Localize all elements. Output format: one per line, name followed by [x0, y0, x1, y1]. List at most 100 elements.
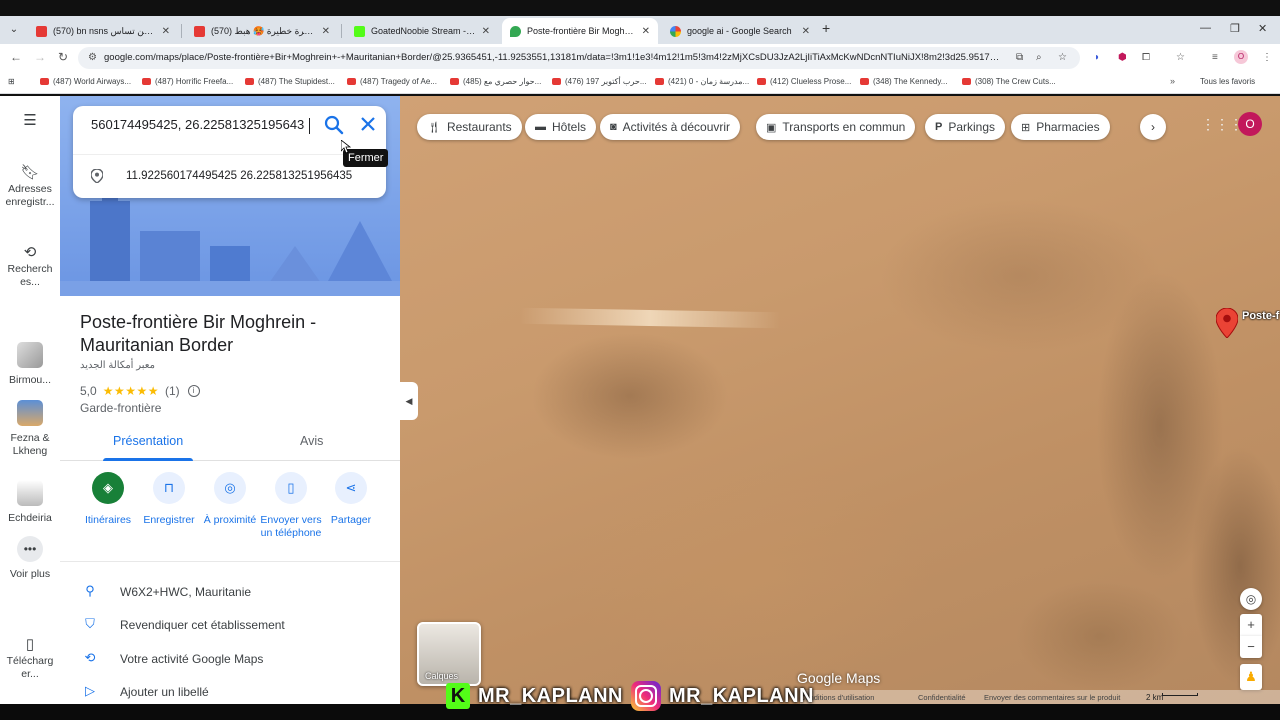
search-suggestion[interactable]: 11.922560174495425 26.225813251956435 — [73, 154, 386, 194]
rail-recent-place[interactable]: Echdeiria — [0, 480, 60, 525]
bookmark-item[interactable]: (421) مدرسة زمان - 0... — [655, 77, 749, 86]
zoom-in-icon[interactable]: + — [1240, 614, 1262, 636]
apps-grid-icon[interactable]: ⊞ — [8, 77, 15, 86]
chip-hotels[interactable]: ▬ Hôtels — [525, 114, 597, 140]
send-to-phone-button[interactable]: ▯ Envoyer vers un téléphone — [259, 472, 323, 540]
privacy-link[interactable]: Confidentialité — [918, 693, 966, 702]
address-bar[interactable]: ⚙ google.com/maps/place/Poste-frontière+… — [78, 47, 1080, 69]
new-tab-button[interactable]: + — [822, 20, 830, 36]
plus-code-row[interactable]: ⚲ W6X2+HWC, Mauritanie — [60, 579, 400, 609]
nearby-button[interactable]: ◎ À proximité — [198, 472, 262, 527]
place-category[interactable]: Garde-frontière — [80, 401, 161, 415]
top-letterbox — [0, 0, 1280, 16]
maps-activity-row[interactable]: ⟲ Votre activité Google Maps — [60, 646, 400, 676]
bookmark-item[interactable]: (308) The Crew Cuts... — [962, 77, 1056, 86]
search-icon[interactable] — [323, 114, 345, 136]
rail-download-app[interactable]: ▯ Télécharg er... — [0, 637, 60, 681]
chip-parking[interactable]: P Parkings — [925, 114, 1006, 140]
bookmark-item[interactable]: (485) حوار حصري مع... — [450, 77, 541, 86]
chip-restaurants[interactable]: 🍴︎ Restaurants — [417, 114, 522, 140]
chrome-menu-icon[interactable]: ⋮ — [1262, 52, 1272, 63]
place-marker-icon[interactable] — [1216, 308, 1238, 338]
bookmark-item[interactable]: (476) حرب أكتوبر 197... — [552, 77, 647, 86]
menu-button[interactable]: ☰ — [0, 113, 60, 131]
chip-activities[interactable]: ◙ Activités à découvrir — [600, 114, 741, 140]
save-button[interactable]: ⊓ Enregistrer — [137, 472, 201, 527]
install-app-icon[interactable]: ⧉ — [1016, 52, 1023, 63]
rail-saved[interactable]: 🔖︎ Adresses enregistr... — [0, 165, 60, 209]
chip-transit[interactable]: ▣ Transports en commun — [756, 114, 916, 140]
kick-handle: MR_KAPLANN — [478, 684, 623, 707]
rail-more[interactable]: ••• Voir plus — [0, 536, 60, 581]
scale-label[interactable]: 2 km — [1146, 693, 1163, 702]
rail-more-label: Voir plus — [9, 568, 51, 580]
collapse-panel-button[interactable]: ◀ — [400, 382, 418, 420]
bookmark-item[interactable]: (487) Tragedy of Ae... — [347, 77, 437, 86]
feedback-link[interactable]: Envoyer des commentaires sur le produit — [984, 693, 1120, 702]
maximize-icon[interactable]: ❐ — [1230, 22, 1240, 35]
rail-place-label: Birmou... — [8, 374, 51, 386]
review-count[interactable]: (1) — [165, 384, 180, 398]
search-input[interactable] — [91, 117, 305, 132]
bookmark-item[interactable]: (487) World Airways... — [40, 77, 131, 86]
reload-icon[interactable]: ↻ — [58, 50, 68, 64]
place-title: Poste-frontière Bir Moghrein - Mauritani… — [80, 312, 317, 355]
tab-close-icon[interactable]: ✕ — [162, 26, 170, 37]
extension-shield-icon[interactable]: ⬢ — [1118, 52, 1127, 63]
info-icon[interactable]: i — [187, 385, 200, 397]
close-icon[interactable] — [357, 113, 379, 135]
url-text[interactable]: google.com/maps/place/Poste-frontière+Bi… — [104, 52, 1004, 63]
zoom-icon[interactable]: ⌕ — [1036, 52, 1042, 63]
profile-avatar[interactable]: O — [1234, 50, 1248, 64]
tab-close-icon[interactable]: ✕ — [482, 26, 490, 37]
site-info-icon[interactable]: ⚙ — [88, 52, 97, 63]
satellite-map[interactable]: ◀ 🍴︎ Restaurants ▬ Hôtels ◙ Activités à déc… — [400, 96, 1280, 704]
tab-close-icon[interactable]: ✕ — [322, 26, 330, 37]
share-button[interactable]: ⋖ Partager — [319, 472, 383, 527]
tab-search-icon[interactable]: ⌄ — [6, 22, 22, 38]
google-apps-icon[interactable]: ⋮⋮⋮ — [1201, 116, 1243, 133]
bookmark-item[interactable]: (487) Horrific Freefa... — [142, 77, 233, 86]
chip-pharmacies[interactable]: ⊞ Pharmacies — [1011, 114, 1110, 140]
rail-recent-place[interactable]: Birmou... — [0, 342, 60, 387]
tab-overview[interactable]: Présentation — [113, 434, 183, 448]
rail-recent-place[interactable]: Fezna & Lkheng — [0, 400, 60, 458]
street-view-pegman-icon[interactable]: ♟ — [1240, 664, 1262, 690]
tab-youtube-2[interactable]: (570) مغامرة خطيرة 🥵 هبط... ✕ — [186, 18, 338, 44]
minimize-icon[interactable]: — — [1200, 22, 1211, 34]
extensions-puzzle-icon[interactable]: ⧠ — [1142, 52, 1150, 63]
tab-close-icon[interactable]: ✕ — [802, 26, 810, 37]
all-bookmarks-folder[interactable]: Tous les favoris — [1200, 77, 1255, 86]
extension-icon[interactable]: ◗ — [1094, 52, 1100, 63]
tab-close-icon[interactable]: ✕ — [642, 26, 650, 37]
zoom-out-icon[interactable]: − — [1240, 636, 1262, 658]
tab-google-search[interactable]: google ai - Google Search ✕ — [662, 18, 818, 44]
layers-button[interactable]: Calques — [417, 622, 481, 686]
favorites-icon[interactable]: ☆ — [1176, 52, 1185, 63]
tab-reviews[interactable]: Avis — [300, 434, 323, 448]
bookmark-item[interactable]: (348) The Kennedy... — [860, 77, 947, 86]
bookmark-star-icon[interactable]: ☆ — [1058, 52, 1067, 63]
tab-kick-stream[interactable]: GoatedNoobie Stream - Watch ✕ — [346, 18, 498, 44]
marker-label[interactable]: Poste-f Bir Mog — [1242, 310, 1280, 323]
bookmark-item[interactable]: (487) The Stupidest... — [245, 77, 335, 86]
window-close-icon[interactable]: ✕ — [1258, 22, 1267, 35]
account-avatar[interactable]: O — [1238, 112, 1262, 136]
more-dots-icon: ••• — [17, 536, 43, 562]
rail-recents[interactable]: ⟲ Recherch es... — [0, 245, 60, 289]
directions-button[interactable]: ◈ Itinéraires — [76, 472, 140, 527]
claim-business-row[interactable]: ⛉ Revendiquer cet établissement — [60, 612, 400, 642]
bookmark-item[interactable]: (412) Clueless Prose... — [757, 77, 851, 86]
back-icon[interactable]: ← — [10, 50, 22, 64]
tab-youtube-1[interactable]: (570) bn nsns بن تساس - YouTube ✕ — [28, 18, 178, 44]
tab-google-maps[interactable]: Poste-frontière Bir Moghrein - G ✕ — [502, 18, 658, 44]
forward-icon[interactable]: → — [34, 50, 46, 64]
add-label-row[interactable]: ▷ Ajouter un libellé — [60, 679, 400, 704]
bookmarks-overflow-icon[interactable]: » — [1170, 76, 1175, 86]
reading-list-icon[interactable]: ≡ — [1212, 52, 1218, 63]
share-icon: ⋖ — [335, 472, 367, 504]
bookmarks-bar: ⊞ (487) World Airways... (487) Horrific … — [0, 72, 1280, 94]
youtube-icon — [36, 25, 47, 37]
my-location-icon[interactable]: ◎ — [1240, 588, 1262, 610]
chips-scroll-right-icon[interactable]: › — [1140, 114, 1166, 140]
